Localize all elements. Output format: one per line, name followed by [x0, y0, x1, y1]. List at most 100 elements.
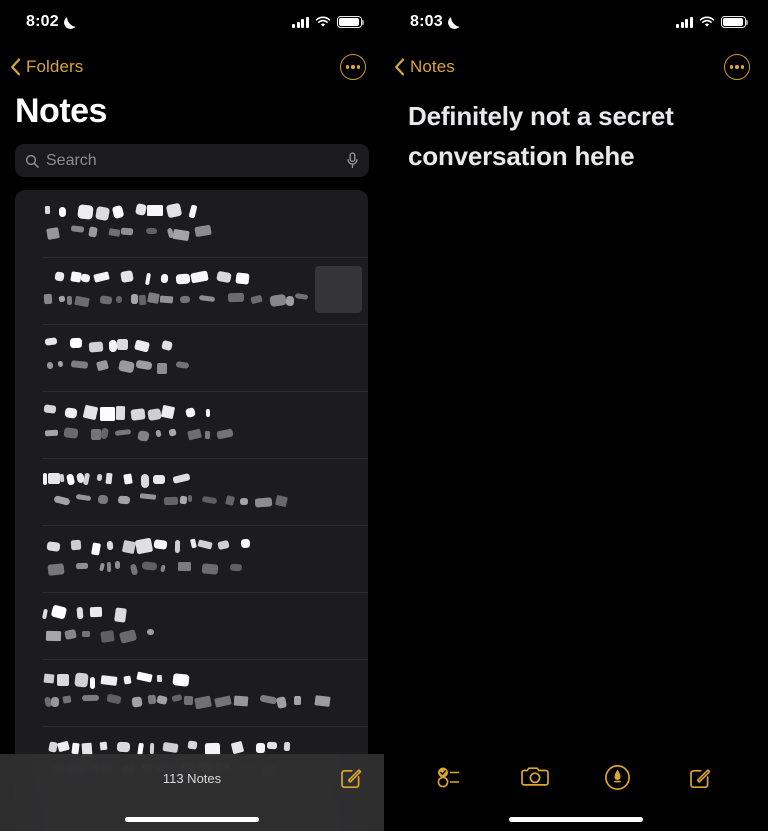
status-bar: 8:02 — [0, 0, 384, 44]
note-preview-redacted — [42, 427, 358, 442]
ellipsis-circle-icon[interactable] — [724, 54, 750, 80]
markup-pen-circle-icon[interactable] — [601, 762, 635, 792]
redaction-blob — [163, 496, 179, 505]
note-preview-redacted — [42, 224, 358, 242]
back-to-notes-button[interactable]: Notes — [394, 57, 455, 77]
checklist-icon[interactable] — [435, 762, 469, 792]
redaction-blob — [189, 270, 208, 283]
notes-count-label: 113 Notes — [162, 771, 222, 786]
note-title-redacted — [42, 404, 358, 421]
compose-icon[interactable] — [684, 762, 718, 792]
redaction-blob — [156, 675, 162, 683]
redaction-blob — [122, 473, 133, 485]
redaction-blob — [108, 227, 121, 237]
ellipsis-circle-icon[interactable] — [340, 54, 366, 80]
redaction-blob — [142, 561, 158, 571]
redaction-blob — [105, 472, 113, 485]
status-indicators — [292, 16, 365, 28]
note-title-redacted — [42, 537, 358, 556]
redaction-blob — [227, 293, 245, 303]
redaction-blob — [255, 742, 266, 754]
redaction-blob — [46, 630, 62, 641]
note-list-item[interactable] — [15, 324, 368, 391]
redaction-blob — [50, 604, 67, 620]
redaction-blob — [81, 630, 90, 637]
redaction-blob — [130, 294, 139, 305]
home-indicator — [509, 817, 643, 822]
note-title[interactable]: Definitely not a secret conversation heh… — [408, 96, 738, 176]
redaction-blob — [205, 430, 211, 439]
redaction-blob — [47, 741, 58, 753]
crescent-moon-icon — [448, 16, 461, 29]
note-list-item[interactable] — [15, 525, 368, 592]
redaction-blob — [139, 493, 157, 501]
note-title-redacted — [42, 270, 358, 286]
redaction-blob — [69, 337, 83, 349]
note-preview-redacted — [42, 561, 358, 576]
redaction-blob — [70, 225, 85, 234]
redaction-blob — [99, 427, 110, 440]
camera-icon[interactable] — [518, 762, 552, 792]
redaction-blob — [267, 741, 278, 750]
compose-icon[interactable] — [339, 765, 364, 790]
search-input[interactable]: Search — [15, 144, 369, 177]
note-title-redacted — [42, 202, 358, 222]
redaction-blob — [115, 405, 125, 420]
status-time: 8:02 — [26, 13, 77, 31]
redaction-blob — [240, 538, 250, 549]
redaction-blob — [82, 404, 99, 420]
redaction-blob — [77, 204, 94, 220]
redaction-blob — [46, 361, 54, 370]
redaction-blob — [172, 472, 191, 485]
note-list-item[interactable] — [15, 458, 368, 525]
note-title-redacted — [42, 740, 358, 757]
redaction-blob — [285, 296, 294, 307]
redaction-blob — [46, 541, 61, 552]
redaction-blob — [153, 539, 168, 550]
redaction-blob — [99, 406, 116, 421]
redaction-blob — [178, 561, 192, 571]
note-title-redacted — [42, 604, 358, 622]
status-time: 8:03 — [410, 13, 461, 31]
redaction-blob — [116, 338, 128, 350]
note-list-item[interactable] — [15, 190, 368, 257]
redaction-blob — [234, 695, 250, 707]
redaction-blob — [93, 271, 110, 283]
redaction-blob — [168, 428, 177, 437]
redaction-blob — [95, 206, 111, 222]
note-list-item[interactable] — [15, 391, 368, 458]
microphone-icon[interactable] — [346, 152, 359, 169]
note-list-item[interactable] — [15, 592, 368, 659]
redaction-blob — [213, 695, 232, 708]
redaction-blob — [196, 539, 213, 550]
redaction-blob — [275, 696, 288, 709]
redaction-blob — [155, 694, 169, 706]
redaction-blob — [156, 363, 167, 374]
redaction-blob — [131, 696, 143, 708]
notes-list[interactable] — [15, 190, 368, 831]
redaction-blob — [122, 540, 136, 555]
back-button-label: Notes — [410, 57, 455, 76]
redaction-blob — [59, 473, 65, 482]
note-list-item[interactable] — [15, 257, 368, 324]
redaction-blob — [149, 742, 155, 754]
redaction-blob — [205, 408, 211, 417]
chevron-left-icon — [10, 58, 21, 76]
note-title-redacted — [42, 337, 358, 353]
redaction-blob — [217, 540, 230, 551]
redaction-blob — [71, 539, 82, 550]
back-to-folders-button[interactable]: Folders — [10, 57, 83, 77]
redaction-blob — [134, 203, 148, 216]
redaction-blob — [65, 473, 75, 486]
redaction-blob — [275, 495, 289, 508]
redaction-blob — [174, 539, 180, 553]
redaction-blob — [105, 693, 122, 705]
home-indicator — [125, 817, 259, 822]
redaction-blob — [44, 337, 58, 347]
redaction-blob — [313, 694, 330, 707]
redaction-blob — [117, 495, 131, 505]
note-list-item[interactable] — [15, 659, 368, 726]
redaction-blob — [160, 339, 173, 352]
redaction-blob — [57, 360, 63, 368]
redaction-blob — [120, 270, 135, 284]
